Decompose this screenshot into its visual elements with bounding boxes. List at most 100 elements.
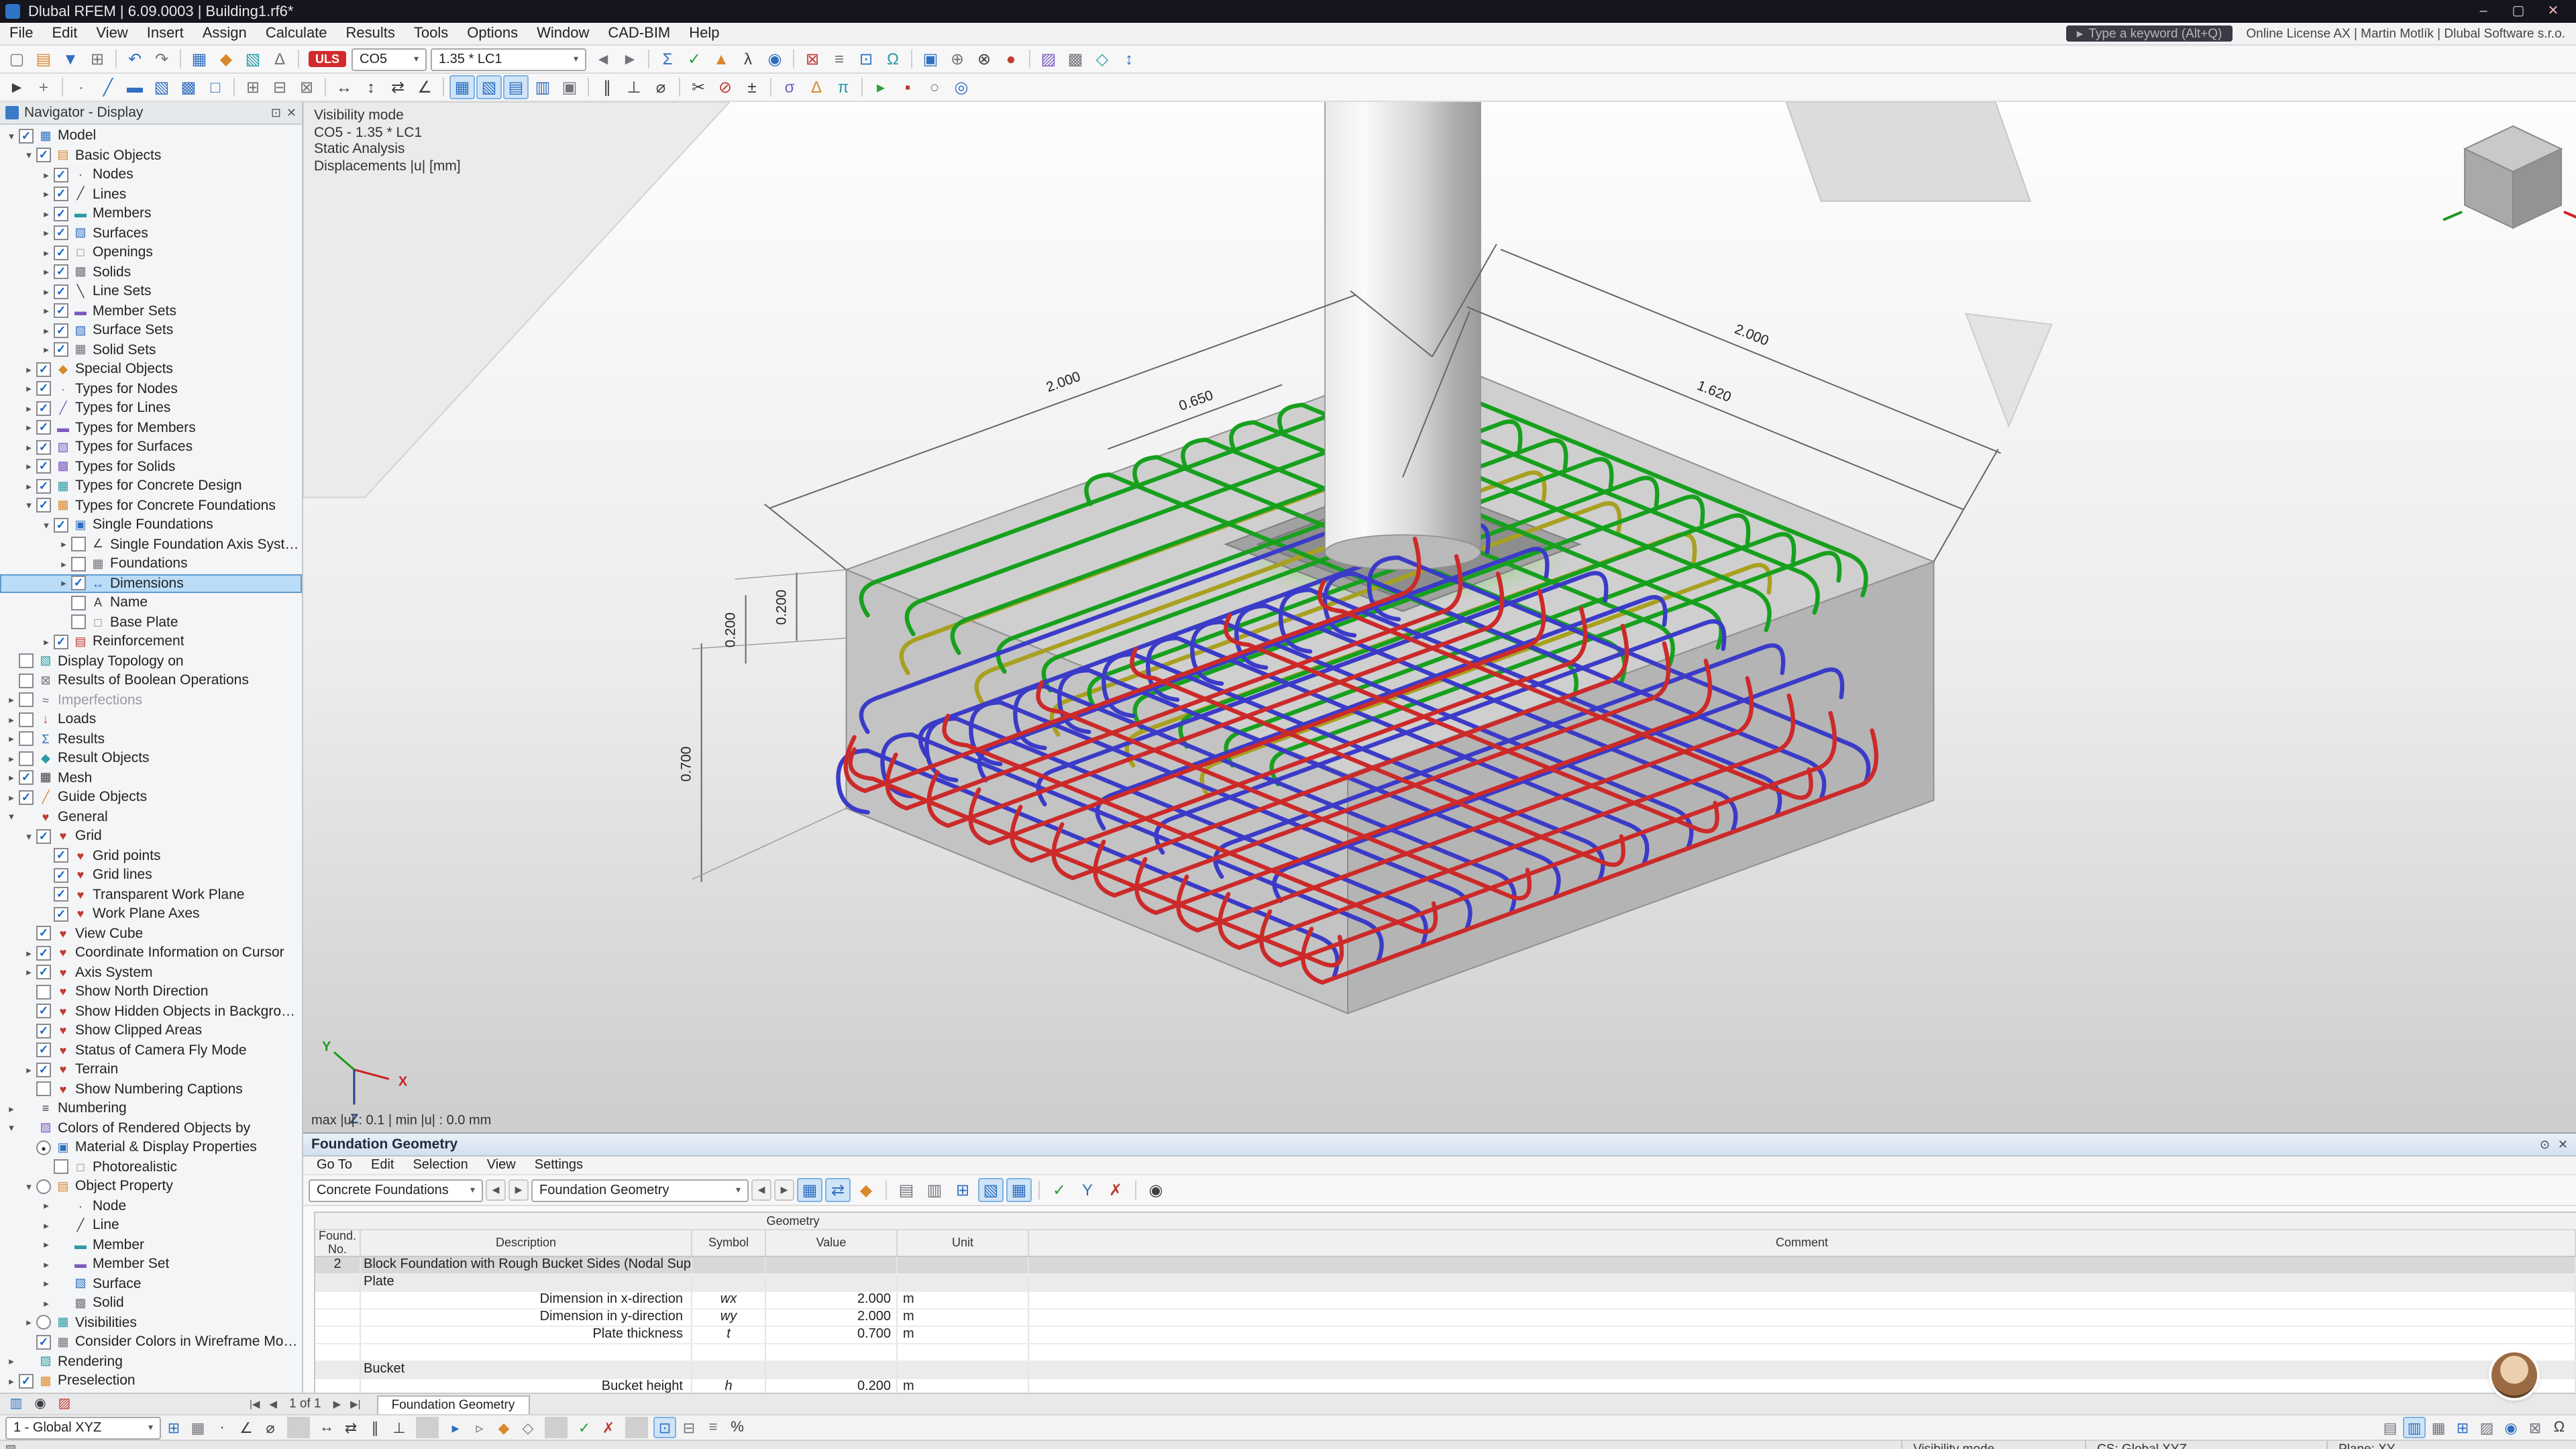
toolbar-icon[interactable]: ↔ bbox=[331, 75, 357, 99]
toolbar-icon[interactable]: ▩ bbox=[176, 75, 201, 99]
checkbox[interactable] bbox=[54, 849, 68, 863]
tree-item[interactable]: ♥ Show Clipped Areas bbox=[0, 1021, 302, 1040]
toolbar-icon[interactable]: ▪ bbox=[895, 75, 920, 99]
tree-item[interactable]: ▦ Types for Concrete Design bbox=[0, 476, 302, 496]
toolbar-icon[interactable]: ▦ bbox=[186, 47, 212, 71]
chevron-icon[interactable] bbox=[39, 227, 54, 239]
checkbox[interactable] bbox=[36, 479, 51, 494]
menu-item[interactable]: Options bbox=[458, 23, 527, 44]
snap-icon[interactable] bbox=[625, 1417, 648, 1438]
snap-icon[interactable] bbox=[545, 1417, 568, 1438]
toolbar-icon[interactable]: ▤ bbox=[31, 47, 56, 71]
toolbar-icon[interactable] bbox=[648, 50, 649, 68]
toolbar-icon[interactable]: ● bbox=[998, 47, 1024, 71]
toolbar-icon[interactable]: ⊕ bbox=[945, 47, 970, 71]
panel-toolbar-icon[interactable]: ✗ bbox=[1103, 1178, 1128, 1202]
coordinate-system-select[interactable]: 1 - Global XYZ▾ bbox=[5, 1416, 161, 1439]
toolbar-icon[interactable]: ∥ bbox=[594, 75, 620, 99]
table-row[interactable]: Bucket height h 0.200 m bbox=[315, 1379, 2576, 1393]
toolbar-icon[interactable]: ► bbox=[4, 75, 30, 99]
panel-toolbar-icon[interactable]: ▦ bbox=[797, 1178, 822, 1202]
toolbar-icon[interactable]: π bbox=[830, 75, 856, 99]
panel-toolbar-icon[interactable]: ⊞ bbox=[950, 1178, 975, 1202]
toolbar-icon[interactable] bbox=[115, 50, 117, 68]
checkbox[interactable] bbox=[54, 207, 68, 221]
checkbox[interactable] bbox=[36, 1335, 51, 1350]
chevron-icon[interactable] bbox=[39, 208, 54, 220]
snap-icon[interactable]: ◇ bbox=[517, 1417, 539, 1438]
toolbar-icon[interactable] bbox=[180, 50, 181, 68]
toolbar-icon[interactable]: Ω bbox=[880, 47, 906, 71]
toolbar-icon[interactable]: ▧ bbox=[476, 75, 502, 99]
toolbar-icon[interactable]: ⊥ bbox=[621, 75, 647, 99]
menu-item[interactable]: Results bbox=[337, 23, 405, 44]
checkbox[interactable] bbox=[36, 926, 51, 941]
toolbar-icon[interactable]: □ bbox=[203, 75, 228, 99]
tree-item[interactable]: ▦ Visibilities bbox=[0, 1313, 302, 1332]
snap-icon[interactable]: ⇄ bbox=[339, 1417, 362, 1438]
tree-item[interactable]: ╲ Line Sets bbox=[0, 282, 302, 301]
load-combination-select[interactable]: 1.35 * LC1▾ bbox=[431, 48, 586, 70]
tree-item[interactable]: A Name bbox=[0, 593, 302, 612]
toolbar-icon[interactable] bbox=[1029, 50, 1030, 68]
toolbar-icon[interactable]: ↕ bbox=[1116, 47, 1142, 71]
tree-item[interactable]: ▦ Consider Colors in Wireframe Model bbox=[0, 1332, 302, 1352]
checkbox[interactable] bbox=[36, 1082, 51, 1097]
design-situation-select[interactable]: CO5▾ bbox=[352, 48, 427, 70]
toolbar-icon[interactable]: ↕ bbox=[358, 75, 384, 99]
chevron-icon[interactable] bbox=[4, 1122, 19, 1134]
view-option-icon[interactable]: ▦ bbox=[2427, 1417, 2450, 1438]
snap-icon[interactable]: ⌀ bbox=[259, 1417, 282, 1438]
panel-toolbar-icon[interactable]: ▧ bbox=[978, 1178, 1004, 1202]
tree-item[interactable]: Σ Results bbox=[0, 729, 302, 749]
prev-table-button[interactable]: ◀ bbox=[486, 1179, 506, 1201]
toolbar-icon[interactable]: Δ bbox=[804, 75, 829, 99]
toolbar-icon[interactable] bbox=[443, 78, 444, 97]
table-row[interactable] bbox=[315, 1344, 2576, 1362]
panel-toolbar-icon[interactable]: ⇄ bbox=[825, 1178, 851, 1202]
chevron-icon[interactable] bbox=[4, 753, 19, 765]
toolbar-icon[interactable]: ⊞ bbox=[85, 47, 110, 71]
chevron-icon[interactable] bbox=[39, 636, 54, 648]
toolbar-icon[interactable]: ◆ bbox=[213, 47, 239, 71]
chevron-icon[interactable] bbox=[21, 150, 36, 162]
toolbar-icon[interactable] bbox=[911, 50, 912, 68]
chevron-icon[interactable] bbox=[21, 461, 36, 473]
toolbar-icon[interactable]: ⊠ bbox=[294, 75, 319, 99]
view-toggle-icon[interactable]: ▨ bbox=[54, 1395, 75, 1413]
toolbar-icon[interactable]: ▢ bbox=[4, 47, 30, 71]
snap-icon[interactable]: ≡ bbox=[702, 1417, 724, 1438]
checkbox[interactable] bbox=[54, 907, 68, 922]
chevron-icon[interactable] bbox=[21, 500, 36, 512]
view-toggle-icon[interactable]: ▥ bbox=[5, 1395, 27, 1413]
checkbox[interactable] bbox=[36, 421, 51, 435]
chevron-icon[interactable] bbox=[39, 266, 54, 278]
toolbar-icon[interactable]: ∠ bbox=[412, 75, 437, 99]
first-page-button[interactable]: |◀ bbox=[247, 1398, 262, 1410]
table-row[interactable]: Plate bbox=[315, 1275, 2576, 1292]
chevron-icon[interactable] bbox=[21, 830, 36, 843]
checkbox[interactable] bbox=[36, 148, 51, 163]
tree-item[interactable]: ▦ Preselection bbox=[0, 1371, 302, 1391]
last-page-button[interactable]: ▶| bbox=[347, 1398, 363, 1410]
checkbox[interactable] bbox=[54, 246, 68, 260]
view-option-icon[interactable]: ▥ bbox=[2403, 1417, 2426, 1438]
panel-toolbar-icon[interactable]: ✓ bbox=[1046, 1178, 1072, 1202]
checkbox[interactable] bbox=[36, 829, 51, 844]
snap-icon[interactable]: ◆ bbox=[492, 1417, 515, 1438]
chevron-icon[interactable] bbox=[21, 1181, 36, 1193]
menu-item[interactable]: Tools bbox=[405, 23, 458, 44]
tree-item[interactable]: ♥ Axis System bbox=[0, 963, 302, 982]
checkbox[interactable] bbox=[54, 323, 68, 338]
view-option-icon[interactable]: ▨ bbox=[2475, 1417, 2498, 1438]
toolbar-icon[interactable] bbox=[325, 78, 326, 97]
checkbox[interactable] bbox=[54, 1160, 68, 1175]
tree-item[interactable]: ♥ Work Plane Axes bbox=[0, 904, 302, 924]
chevron-icon[interactable] bbox=[39, 247, 54, 259]
view-option-icon[interactable]: ◉ bbox=[2500, 1417, 2522, 1438]
toolbar-icon[interactable]: ▬ bbox=[122, 75, 148, 99]
view-option-icon[interactable]: ▤ bbox=[2379, 1417, 2402, 1438]
checkbox[interactable] bbox=[54, 868, 68, 883]
tree-item[interactable]: ♥ General bbox=[0, 807, 302, 826]
toolbar-icon[interactable] bbox=[770, 78, 771, 97]
